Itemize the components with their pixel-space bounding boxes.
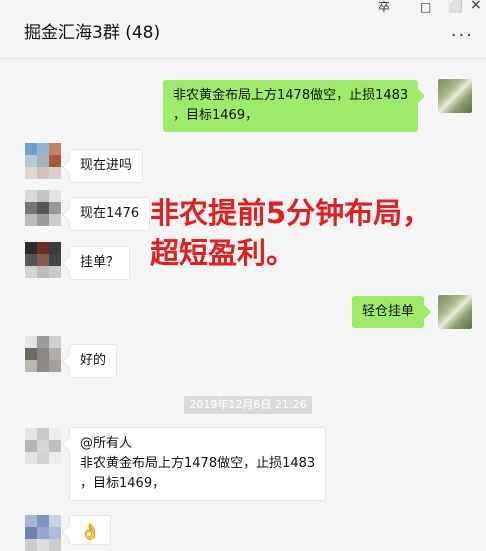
sender-avatar[interactable] [25,143,61,179]
overlay-line-1: 非农提前5分钟布局， [150,196,432,230]
sender-avatar[interactable] [25,515,61,551]
message-bubble-incoming[interactable]: 挂单？ [69,246,131,280]
sender-avatar[interactable] [25,242,61,278]
chat-header: 掘金汇海3群 (48) 卒 □ ⬜ × ... [0,0,486,59]
message-bubble-outgoing[interactable]: 非农黄金布局上方1478做空，止损1483 ，目标1469， [163,80,419,132]
sender-avatar[interactable] [25,190,61,226]
message-bubble-incoming[interactable]: 好的 [69,344,118,378]
sender-avatar[interactable] [25,336,61,372]
pin-window-icon[interactable]: 卒 [378,0,390,15]
minimize-icon[interactable]: □ [420,0,431,14]
sender-avatar[interactable] [25,428,61,464]
ok-hand-emoji-icon: 👌 [80,522,100,541]
chat-title: 掘金汇海3群 (48) [24,23,161,43]
overlay-annotation: 非农提前5分钟布局， 超短盈利。 [150,193,431,273]
message-bubble-incoming[interactable]: 👌 [69,515,111,545]
overlay-line-2: 超短盈利。 [150,236,296,270]
maximize-icon[interactable]: ⬜ [448,0,463,13]
my-avatar[interactable] [438,79,472,113]
message-bubble-incoming[interactable]: 现在进吗 [69,149,144,183]
my-avatar[interactable] [438,295,472,329]
message-bubble-outgoing[interactable]: 轻仓挂单 [352,296,425,328]
chat-timestamp: 2019年12月6日 21:26 [184,396,312,414]
more-options-icon[interactable]: ... [451,20,474,41]
close-icon[interactable]: × [470,0,482,13]
message-bubble-incoming[interactable]: 现在1476 [69,197,151,231]
message-bubble-incoming[interactable]: @所有人 非农黄金布局上方1478做空，止损1483 ，目标1469， [69,427,327,501]
